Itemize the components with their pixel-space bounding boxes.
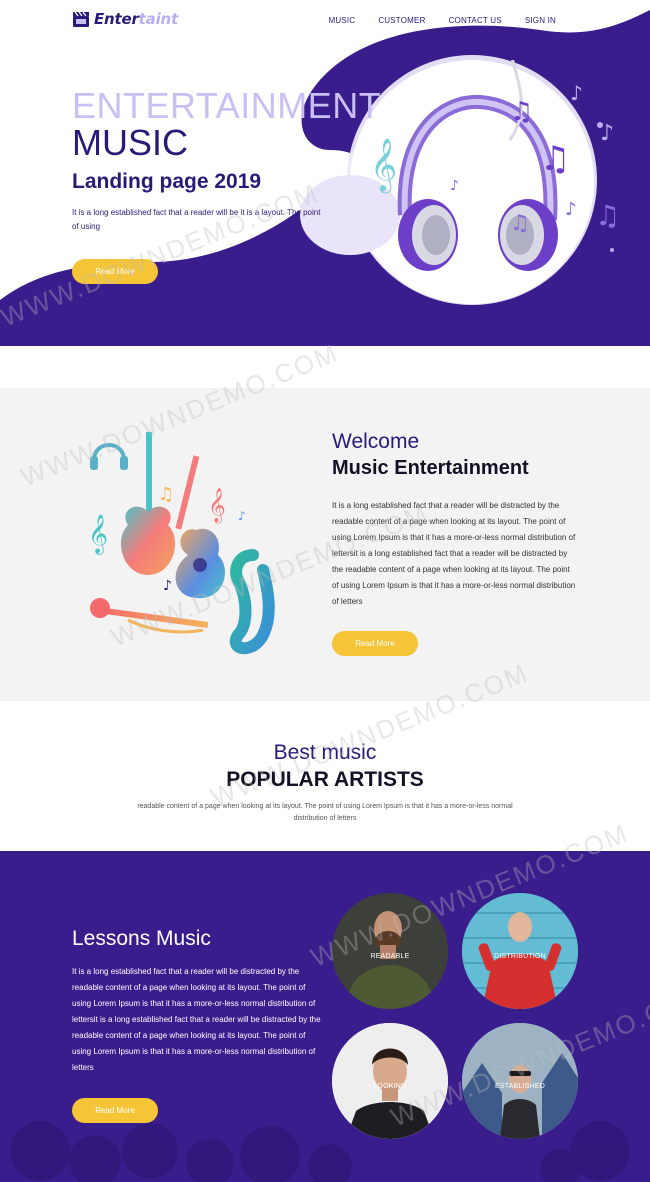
popular-artists-section: Best music POPULAR ARTISTS readable cont… [0,701,650,851]
svg-text:♪: ♪ [570,81,583,105]
artist-label: READABLE [370,953,410,960]
svg-text:♪: ♪ [450,178,459,194]
hero-read-more-button[interactable]: Read More [72,259,158,284]
svg-text:♪: ♪ [600,121,614,146]
artist-card-readable[interactable]: READABLE [332,893,448,1009]
svg-text:♫: ♫ [510,211,530,236]
lessons-title: Lessons Music [72,927,211,950]
svg-text:𝄞: 𝄞 [370,137,397,193]
clapperboard-icon [73,11,89,27]
hero-title-line2: MUSIC [72,122,188,163]
artist-photo [332,1023,448,1139]
welcome-read-more-button[interactable]: Read More [332,631,418,656]
instruments-illustration: 𝄞 𝄞 ♫ ♪ ♪ [88,432,275,655]
svg-text:♫: ♫ [595,199,620,232]
artist-card-distribution[interactable]: DISTRIBUTION [462,893,578,1009]
svg-text:𝄞: 𝄞 [208,488,226,524]
hero-description: It is a long established fact that a rea… [72,208,321,231]
lessons-section: Lessons Music It is a long established f… [0,851,650,1182]
svg-text:♪: ♪ [565,199,577,220]
nav-item-sign-in[interactable]: SIGN IN [525,16,556,25]
hero-title-line1: ENTERTAINMENT [72,85,382,126]
artist-photo [332,893,448,1009]
artist-label: DISTRIBUTION [494,953,546,960]
svg-text:♫: ♫ [158,484,174,505]
nav-item-customer[interactable]: CUSTOMER [378,16,425,25]
artist-photo [462,1023,578,1139]
artist-card-established[interactable]: ESTABLISHED [462,1023,578,1139]
svg-text:♪: ♪ [238,509,246,523]
artists-subtitle: POPULAR ARTISTS [226,768,424,791]
artist-card-looking[interactable]: LOOKING [332,1023,448,1139]
hero-subtitle: Landing page 2019 [72,170,262,193]
nav-menu: MUSIC CUSTOMER CONTACT US SIGN IN [329,16,556,25]
nav-item-music[interactable]: MUSIC [329,16,356,25]
nav-item-contact-us[interactable]: CONTACT US [449,16,502,25]
top-navbar: Entertaint MUSIC CUSTOMER CONTACT US SIG… [0,0,650,40]
headphones-illustration: 𝄞 ♫ ♫ ♪ ♪ ♫ ♪ ♫ ♪ [370,60,620,271]
artist-label: ESTABLISHED [495,1083,545,1090]
svg-text:♪: ♪ [163,578,172,594]
hero-section: 𝄞 ♫ ♫ ♪ ♪ ♫ ♪ ♫ ♪ Entertaint MUSIC CUSTO… [0,0,650,346]
artists-description: readable content of a page when looking … [137,803,513,822]
lessons-read-more-button[interactable]: Read More [72,1098,158,1123]
artists-title: Best music [273,741,377,764]
artist-photo [462,893,578,1009]
welcome-description: It is a long established fact that a rea… [332,501,576,606]
svg-text:♫: ♫ [510,97,533,127]
lessons-description: It is a long established fact that a rea… [72,967,321,1072]
welcome-subtitle: Music Entertainment [332,457,529,479]
welcome-title: Welcome [332,430,420,453]
artist-label: LOOKING [373,1083,407,1090]
svg-text:𝄞: 𝄞 [88,514,108,555]
brand-name: Entertaint [94,10,178,28]
welcome-section: 𝄞 𝄞 ♫ ♪ ♪ Welcome Music Entertainment It… [0,388,650,701]
svg-text:♫: ♫ [540,139,570,179]
brand-logo[interactable]: Entertaint [72,10,178,28]
